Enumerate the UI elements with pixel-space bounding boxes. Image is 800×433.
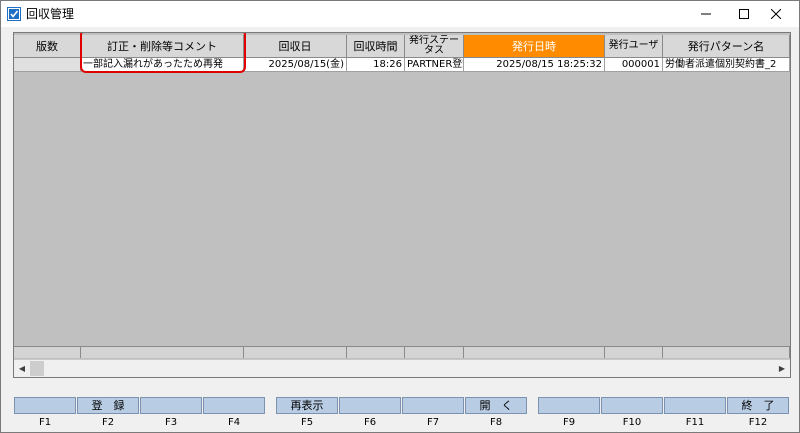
app-icon [7, 7, 21, 21]
f9-button[interactable] [538, 397, 600, 414]
f11-button[interactable] [664, 397, 726, 414]
maximize-icon [739, 9, 749, 19]
footer-cell [244, 346, 347, 358]
table-row-issue-datetime[interactable]: 2025/08/15 18:25:32 [464, 58, 605, 72]
column-header-pattern-name[interactable]: 発行パターン名 [663, 35, 790, 58]
f10-button[interactable] [601, 397, 663, 414]
column-header-issue-user[interactable]: 発行ユーザ [605, 35, 663, 58]
f4-button[interactable] [203, 397, 265, 414]
triangle-left-icon: ◀ [18, 364, 26, 373]
f6-button[interactable] [339, 397, 401, 414]
f4-key-label: F4 [227, 417, 241, 428]
f5-key-label: F5 [300, 417, 314, 428]
footer-cell [605, 346, 663, 358]
f6-key-label: F6 [363, 417, 377, 428]
column-header-issue-datetime[interactable]: 発行日時 [464, 35, 605, 58]
horizontal-scrollbar[interactable]: ◀ ▶ [14, 359, 790, 377]
minimize-icon [701, 13, 711, 15]
column-header-collect-date[interactable]: 回収日 [244, 35, 347, 58]
function-key-bar: 登 録 再表示 開 く 終 了 F1 F2 F3 F4 F5 F6 F7 F8 … [14, 397, 790, 428]
column-header-comment[interactable]: 訂正・削除等コメント [81, 35, 244, 58]
f10-key-label: F10 [622, 417, 642, 428]
f5-refresh-button[interactable]: 再表示 [276, 397, 338, 414]
footer-cell [663, 346, 790, 358]
title-bar[interactable]: 回収管理 [1, 1, 799, 27]
f7-key-label: F7 [426, 417, 440, 428]
footer-cell [347, 346, 405, 358]
data-grid[interactable]: 版数 訂正・削除等コメント 回収日 回収時間 発行ステータス 発行日時 発行ユー… [13, 32, 791, 378]
table-row-collect-time[interactable]: 18:26 [347, 58, 405, 72]
column-header-issue-status[interactable]: 発行ステータス [405, 35, 464, 58]
footer-cell [464, 346, 605, 358]
f1-key-label: F1 [38, 417, 52, 428]
f2-register-button[interactable]: 登 録 [77, 397, 139, 414]
close-icon [771, 9, 781, 19]
scroll-right-button[interactable]: ▶ [774, 360, 790, 377]
f9-key-label: F9 [562, 417, 576, 428]
column-header-collect-time[interactable]: 回収時間 [347, 35, 405, 58]
f11-key-label: F11 [685, 417, 705, 428]
table-row-pattern-name[interactable]: 労働者派遣個別契約書_2 [663, 58, 790, 72]
app-window: 回収管理 版数 訂正・削除等コメント 回収日 回収時間 発行ステータス 発行日時… [0, 0, 800, 433]
f3-button[interactable] [140, 397, 202, 414]
triangle-right-icon: ▶ [778, 364, 786, 373]
f3-key-label: F3 [164, 417, 178, 428]
f1-button[interactable] [14, 397, 76, 414]
f2-key-label: F2 [101, 417, 115, 428]
footer-cell [81, 346, 244, 358]
table-row-issue-user[interactable]: 000001 [605, 58, 663, 72]
window-title: 回収管理 [26, 7, 75, 21]
table-row-issue-status[interactable]: PARTNER登録 [405, 58, 464, 72]
column-header-version[interactable]: 版数 [14, 35, 81, 58]
footer-cell [14, 346, 81, 358]
table-row-version[interactable] [14, 58, 81, 72]
f8-key-label: F8 [489, 417, 503, 428]
close-button[interactable] [753, 1, 799, 27]
table-row-comment[interactable]: 一部記入漏れがあったため再発 [81, 58, 244, 72]
footer-cell [405, 346, 464, 358]
table-row-collect-date[interactable]: 2025/08/15(金) [244, 58, 347, 72]
f7-button[interactable] [402, 397, 464, 414]
scrollbar-thumb[interactable] [30, 361, 44, 376]
scroll-left-button[interactable]: ◀ [14, 360, 30, 377]
f12-key-label: F12 [748, 417, 768, 428]
f8-open-button[interactable]: 開 く [465, 397, 527, 414]
f12-exit-button[interactable]: 終 了 [727, 397, 789, 414]
